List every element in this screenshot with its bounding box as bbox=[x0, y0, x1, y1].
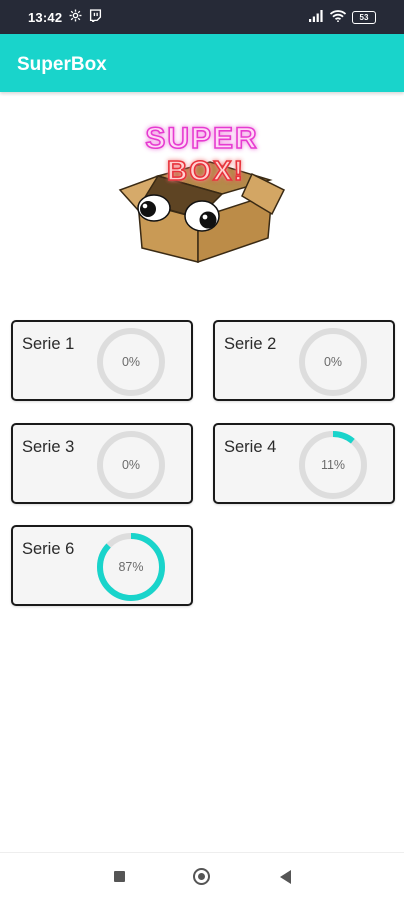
series-label: Serie 4 bbox=[224, 438, 277, 456]
series-label: Serie 2 bbox=[224, 335, 277, 353]
series-card-2[interactable]: Serie 2 0% bbox=[213, 320, 395, 401]
logo-text-super: SUPER bbox=[145, 122, 258, 155]
series-card-4[interactable]: Serie 4 11% bbox=[213, 423, 395, 504]
progress-percent: 0% bbox=[323, 355, 343, 369]
series-card-1[interactable]: Serie 1 0% bbox=[11, 320, 193, 401]
series-card-6[interactable]: Serie 6 87% bbox=[11, 525, 193, 606]
series-label: Serie 3 bbox=[22, 438, 75, 456]
progress-percent: 11% bbox=[320, 458, 346, 472]
progress-percent: 87% bbox=[118, 560, 144, 574]
progress-percent: 0% bbox=[121, 355, 141, 369]
recents-icon[interactable] bbox=[114, 871, 125, 882]
series-label: Serie 1 bbox=[22, 335, 75, 353]
app-title: SuperBox bbox=[17, 54, 107, 75]
series-label: Serie 6 bbox=[22, 540, 75, 558]
status-bar: 13:42 53 bbox=[0, 0, 404, 34]
system-nav-bar bbox=[0, 852, 404, 901]
signal-icon bbox=[309, 9, 324, 25]
superbox-logo: SUPER BOX! bbox=[102, 98, 302, 294]
home-icon[interactable] bbox=[193, 868, 210, 885]
battery-level: 53 bbox=[359, 12, 369, 22]
wifi-icon bbox=[329, 9, 347, 25]
settings-icon bbox=[69, 9, 82, 25]
logo-text-box: BOX! bbox=[167, 155, 245, 186]
app-bar: SuperBox bbox=[0, 34, 404, 92]
battery-icon: 53 bbox=[352, 10, 376, 24]
back-icon[interactable] bbox=[280, 870, 291, 884]
progress-percent: 0% bbox=[121, 458, 141, 472]
twitch-icon bbox=[89, 9, 102, 25]
status-time: 13:42 bbox=[28, 9, 63, 25]
series-card-3[interactable]: Serie 3 0% bbox=[11, 423, 193, 504]
